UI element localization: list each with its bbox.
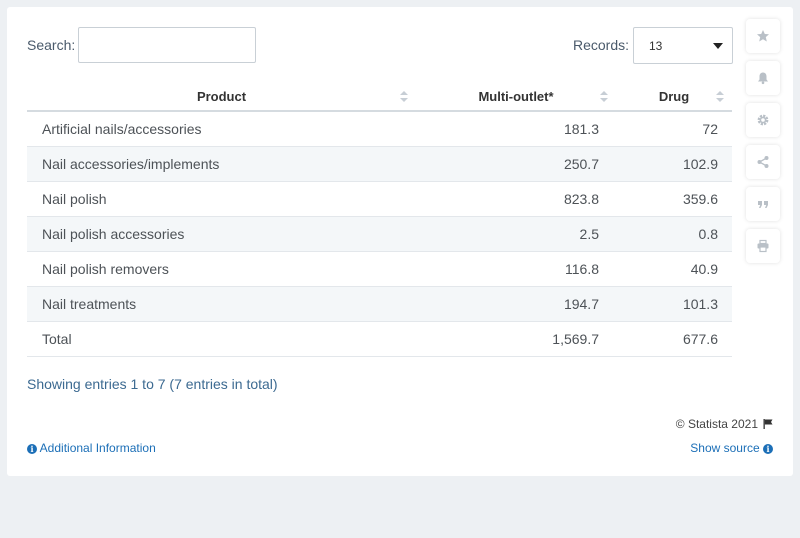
print-button[interactable] [746, 229, 780, 263]
search-label: Search: [27, 37, 76, 53]
data-table: Product Multi-outlet* Drug Artificial na… [27, 83, 732, 357]
search-input[interactable] [78, 27, 256, 63]
print-icon [757, 239, 769, 253]
table-row: Artificial nails/accessories 181.3 72 [27, 111, 732, 147]
cell-drug: 359.6 [616, 181, 732, 217]
sort-icon [400, 91, 408, 103]
records-value: 13 [649, 39, 663, 53]
column-header-label: Drug [658, 89, 690, 104]
cell-drug: 72 [616, 111, 732, 147]
table-row: Nail polish removers 116.8 40.9 [27, 251, 732, 287]
cell-drug: 102.9 [616, 146, 732, 182]
cell-multi-outlet: 1,569.7 [416, 321, 616, 357]
statistic-card: Search: Records: 13 Product Multi-outlet… [7, 7, 793, 476]
action-sidebar [746, 19, 780, 271]
cell-drug: 101.3 [616, 286, 732, 322]
column-header-label: Multi-outlet* [478, 89, 554, 104]
cell-multi-outlet: 116.8 [416, 251, 616, 287]
quote-icon [758, 201, 768, 208]
column-header-multi-outlet[interactable]: Multi-outlet* [416, 83, 616, 112]
cell-drug: 40.9 [616, 251, 732, 287]
records-label: Records: [573, 37, 630, 53]
table-row: Nail polish 823.8 359.6 [27, 181, 732, 217]
notification-button[interactable] [746, 61, 780, 95]
cell-product: Nail polish accessories [27, 216, 416, 252]
column-header-label: Product [196, 89, 247, 104]
share-button[interactable] [746, 145, 780, 179]
info-icon: i [27, 444, 37, 454]
cell-multi-outlet: 194.7 [416, 286, 616, 322]
copyright: © Statista 2021 [676, 417, 773, 431]
additional-information-label: Additional Information [39, 441, 156, 455]
additional-information-link[interactable]: i Additional Information [27, 441, 156, 455]
cell-product: Artificial nails/accessories [27, 111, 416, 147]
gear-icon [757, 114, 769, 126]
sort-icon [600, 91, 608, 103]
cell-multi-outlet: 2.5 [416, 216, 616, 252]
caret-down-icon [713, 43, 723, 49]
table-row: Total 1,569.7 677.6 [27, 321, 732, 357]
cell-multi-outlet: 250.7 [416, 146, 616, 182]
info-icon: i [763, 444, 773, 454]
settings-button[interactable] [746, 103, 780, 137]
flag-icon[interactable] [763, 419, 773, 429]
sort-icon [716, 91, 724, 103]
cell-product: Total [27, 321, 416, 357]
share-icon [757, 156, 769, 168]
cell-product: Nail accessories/implements [27, 146, 416, 182]
copyright-text: © Statista 2021 [675, 417, 758, 431]
cell-product: Nail polish removers [27, 251, 416, 287]
star-icon [757, 30, 769, 42]
column-header-drug[interactable]: Drug [616, 83, 732, 112]
bell-icon [758, 72, 768, 85]
cell-product: Nail treatments [27, 286, 416, 322]
cite-button[interactable] [746, 187, 780, 221]
cell-multi-outlet: 823.8 [416, 181, 616, 217]
cell-multi-outlet: 181.3 [416, 111, 616, 147]
table-row: Nail accessories/implements 250.7 102.9 [27, 146, 732, 182]
cell-product: Nail polish [27, 181, 416, 217]
show-source-label: Show source [690, 441, 760, 455]
show-source-link[interactable]: Show source i [690, 441, 773, 455]
favorite-button[interactable] [746, 19, 780, 53]
cell-drug: 0.8 [616, 216, 732, 252]
table-row: Nail treatments 194.7 101.3 [27, 286, 732, 322]
entries-summary: Showing entries 1 to 7 (7 entries in tot… [27, 376, 278, 392]
cell-drug: 677.6 [616, 321, 732, 357]
table-row: Nail polish accessories 2.5 0.8 [27, 216, 732, 252]
column-header-product[interactable]: Product [27, 83, 416, 112]
records-select[interactable]: 13 [633, 27, 733, 64]
table-header-row: Product Multi-outlet* Drug [27, 83, 732, 112]
